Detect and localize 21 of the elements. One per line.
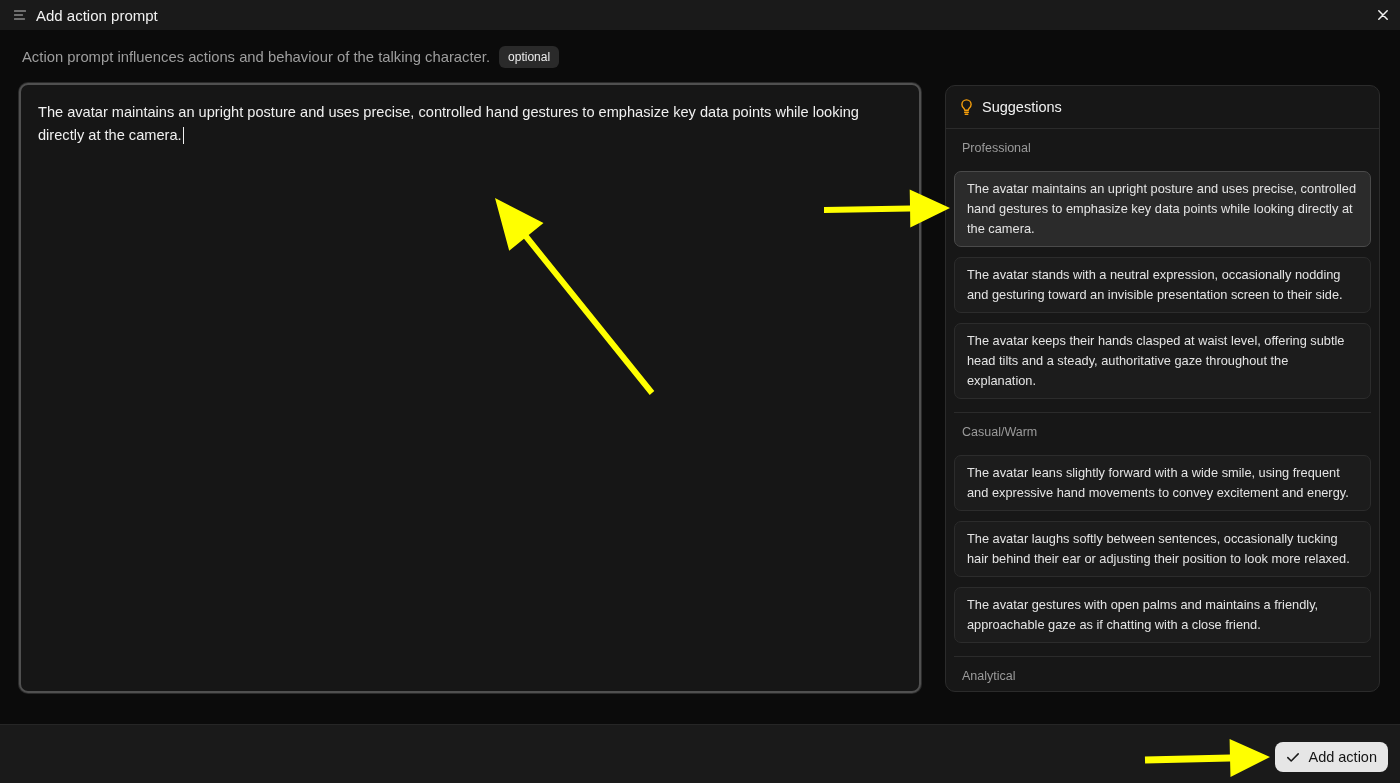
suggestion-card[interactable]: The avatar maintains an upright posture and uses precise, controlled hand gestures to emphasize key data points while looking directly at the camera.: [954, 171, 1371, 247]
close-button[interactable]: [1378, 10, 1388, 20]
window-title: Add action prompt: [36, 6, 159, 24]
optional-tag: optional: [499, 46, 560, 68]
lightbulb-icon: [961, 99, 972, 115]
category-label: Casual/Warm: [961, 424, 1039, 440]
add-action-button[interactable]: Add action: [1275, 742, 1388, 772]
close-icon: [1378, 10, 1388, 20]
category-label: Professional: [961, 140, 1032, 156]
suggestion-card[interactable]: The avatar laughs softly between sentences, occasionally tucking hair behind their ear or adjusting their position to look more relaxed.: [954, 521, 1371, 577]
prompt-input[interactable]: The avatar maintains an upright posture and uses precise, controlled hand gestures to emphasize key data points while looking directly at the camera.: [19, 83, 921, 693]
check-icon: [1287, 752, 1300, 762]
suggestions-title: Suggestions: [982, 99, 1062, 115]
menu-icon[interactable]: [14, 10, 26, 20]
suggestion-card[interactable]: The avatar stands with a neutral expression, occasionally nodding and gesturing toward an invisible presentation screen to their side.: [954, 257, 1371, 313]
suggestion-card[interactable]: The avatar gestures with open palms and maintains a friendly, approachable gaze as if chatting with a close friend.: [954, 587, 1371, 643]
suggestion-card[interactable]: The avatar leans slightly forward with a wide smile, using frequent and expressive hand movements to convey excitement and energy.: [954, 455, 1371, 511]
description-text: Action prompt influences actions and behaviour of the talking character.: [22, 49, 491, 65]
suggestion-card[interactable]: The avatar keeps their hands clasped at waist level, offering subtle head tilts and a steady, authoritative gaze throughout the explanation.: [954, 323, 1371, 399]
text-cursor-icon: [182, 127, 184, 144]
category-label: Analytical: [961, 668, 1017, 684]
